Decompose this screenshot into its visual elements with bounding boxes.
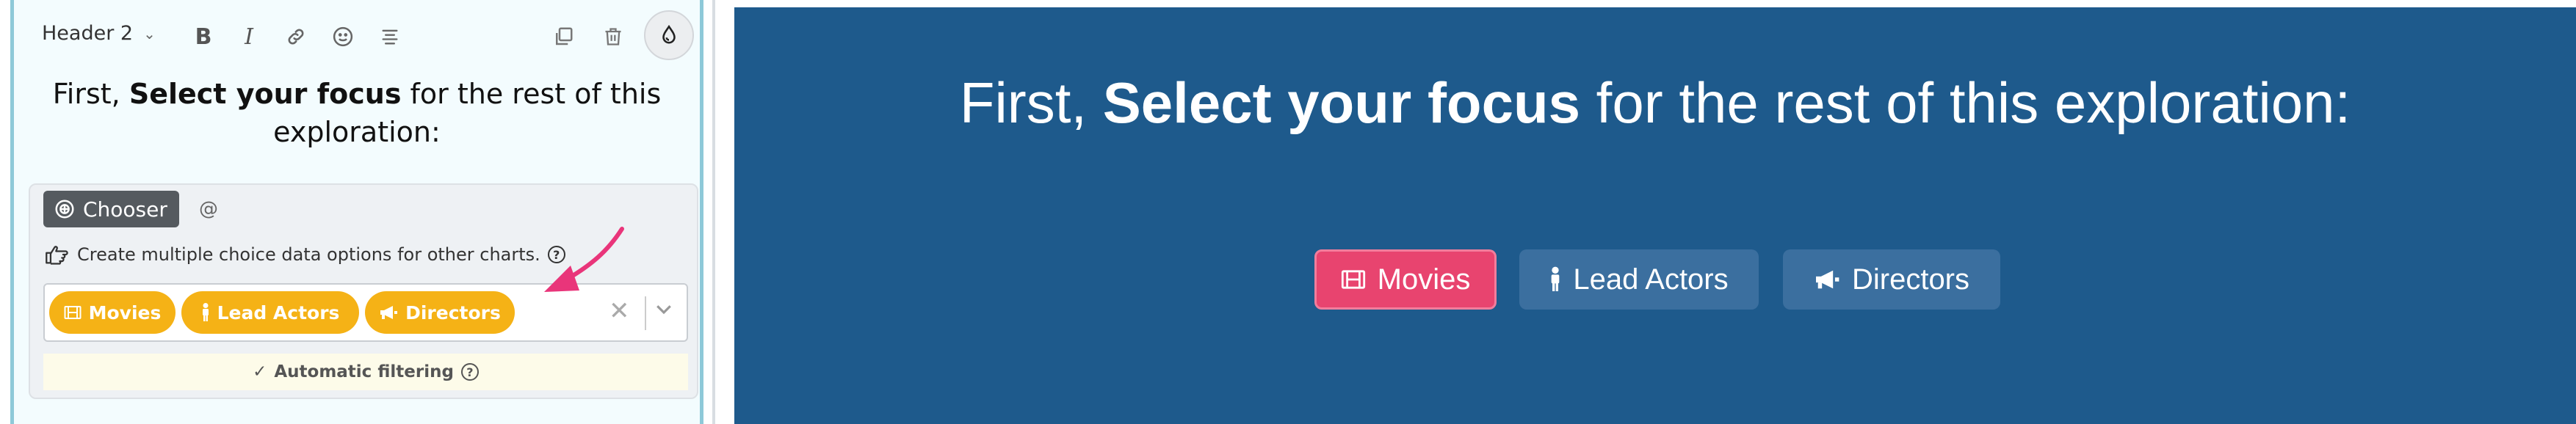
- chart-editor-panel: Header 2 ⌄ B I First, Select your focus …: [10, 0, 703, 424]
- heading-bold: Select your focus: [1102, 70, 1580, 135]
- chevron-down-icon[interactable]: [653, 298, 675, 323]
- duplicate-button[interactable]: [544, 18, 582, 56]
- button-label: Movies: [1377, 263, 1471, 296]
- chooser-tag-label: Chooser: [83, 197, 167, 222]
- person-icon: [202, 303, 209, 321]
- heading-suffix: for the rest of this exploration:: [1580, 70, 2351, 135]
- block-style-dropdown[interactable]: Header 2 ⌄: [42, 22, 156, 45]
- pill-label: Directors: [405, 301, 501, 324]
- link-button[interactable]: [277, 18, 315, 56]
- person-icon: [1552, 266, 1560, 291]
- button-label: Lead Actors: [1573, 263, 1729, 296]
- link-icon: [288, 29, 304, 45]
- panel-divider: [703, 0, 734, 424]
- theme-button[interactable]: [644, 10, 694, 60]
- chevron-down-icon: ⌄: [143, 24, 156, 43]
- help-icon[interactable]: ?: [460, 363, 479, 381]
- chooser-hint: Create multiple choice data options for …: [45, 244, 565, 266]
- focus-button-directors[interactable]: Directors: [1783, 249, 2000, 310]
- annotation-arrow-icon: [544, 227, 624, 292]
- editor-toolbar: Header 2 ⌄ B I: [14, 0, 700, 73]
- droplet-icon: [662, 24, 676, 44]
- chooser-tag[interactable]: Chooser: [43, 191, 179, 227]
- smiley-icon: [333, 26, 353, 47]
- film-icon: [64, 306, 82, 319]
- auto-filter-label: Automatic filtering: [274, 362, 454, 381]
- automatic-filtering-toggle[interactable]: ✓ Automatic filtering ?: [43, 354, 688, 390]
- at-mention[interactable]: @: [199, 198, 218, 220]
- italic-icon: I: [245, 23, 253, 50]
- chooser-icon: [55, 200, 74, 219]
- italic-button[interactable]: I: [230, 18, 268, 56]
- pointing-hand-icon: [46, 246, 68, 265]
- editor-heading[interactable]: First, Select your focus for the rest of…: [14, 75, 700, 151]
- divider: [645, 296, 646, 330]
- emoji-button[interactable]: [324, 18, 362, 56]
- align-center-icon: [382, 29, 398, 45]
- chart-preview: First, Select your focus for the rest of…: [734, 7, 2576, 424]
- bold-button[interactable]: B: [184, 18, 222, 56]
- film-icon: [1341, 270, 1365, 289]
- heading-bold: Select your focus: [129, 78, 402, 110]
- focus-button-movies[interactable]: Movies: [1314, 249, 1497, 310]
- option-pill-movies[interactable]: Movies: [49, 291, 176, 334]
- heading-prefix: First,: [52, 78, 129, 110]
- preview-heading: First, Select your focus for the rest of…: [734, 66, 2576, 139]
- block-style-label: Header 2: [42, 22, 134, 45]
- checkmark-icon: ✓: [253, 362, 267, 381]
- align-button[interactable]: [371, 18, 409, 56]
- megaphone-icon: [380, 306, 398, 319]
- bold-icon: B: [195, 23, 212, 50]
- hint-text: Create multiple choice data options for …: [77, 244, 540, 265]
- megaphone-icon: [1815, 270, 1839, 289]
- heading-prefix: First,: [959, 70, 1103, 135]
- focus-button-lead-actors[interactable]: Lead Actors: [1519, 249, 1759, 310]
- pill-label: Lead Actors: [217, 301, 340, 324]
- trash-icon: [605, 28, 621, 45]
- delete-button[interactable]: [594, 18, 632, 56]
- pill-label: Movies: [88, 301, 162, 324]
- option-pill-lead-actors[interactable]: Lead Actors: [181, 291, 359, 334]
- button-label: Directors: [1851, 263, 1970, 296]
- copy-icon: [556, 27, 573, 45]
- option-pill-directors[interactable]: Directors: [365, 291, 515, 334]
